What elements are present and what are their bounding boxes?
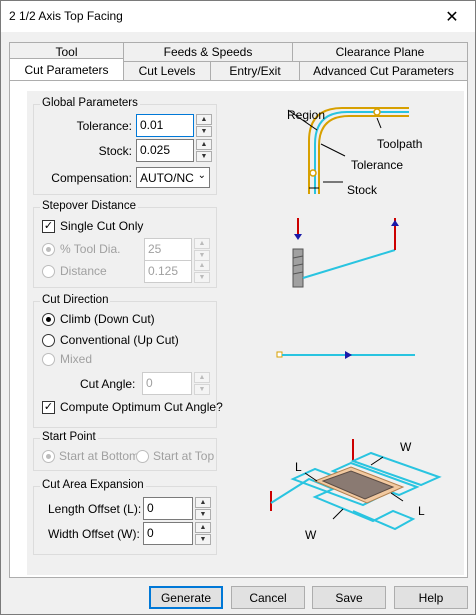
tool-dia-radio[interactable] [42, 243, 55, 256]
up-arrow-icon[interactable]: ▲ [194, 238, 210, 249]
down-arrow-icon[interactable]: ▼ [194, 384, 210, 395]
stock-input[interactable]: 0.025 [136, 139, 194, 162]
up-arrow-icon[interactable]: ▲ [194, 260, 210, 271]
group-title: Cut Direction [40, 294, 111, 306]
tolerance-diagram-label: Tolerance [351, 158, 403, 172]
tab-panel: Global Parameters Tolerance: 0.01 ▲ ▼ Sto… [9, 80, 468, 578]
width-label-top: W [400, 440, 412, 454]
length-offset-label: Length Offset (L): [48, 502, 142, 516]
up-arrow-icon[interactable]: ▲ [194, 372, 210, 383]
tab-entry-exit[interactable]: Entry/Exit [210, 61, 300, 80]
cut-direction-group: Cut Direction Climb (Down Cut) Conventio… [33, 294, 223, 428]
close-icon[interactable]: ✕ [429, 1, 475, 32]
dialog-window: 2 1/2 Axis Top Facing ✕ Tool Feeds & Spe… [0, 0, 476, 615]
width-offset-label: Width Offset (W): [48, 527, 140, 541]
group-title: Start Point [40, 431, 98, 443]
down-arrow-icon[interactable]: ▼ [196, 151, 212, 162]
tab-cut-levels[interactable]: Cut Levels [123, 61, 211, 80]
tolerance-label: Tolerance: [76, 119, 132, 133]
region-label: Region [287, 108, 325, 122]
distance-label: Distance [60, 264, 107, 278]
up-arrow-icon[interactable]: ▲ [196, 114, 212, 125]
start-point-group: Start Point Start at Bottom Start at Top [33, 431, 217, 471]
up-arrow-icon[interactable]: ▲ [195, 497, 211, 508]
distance-radio[interactable] [42, 265, 55, 278]
cut-angle-input[interactable]: 0 [142, 372, 192, 395]
generate-button[interactable]: Generate [149, 586, 223, 609]
tab-cut-parameters[interactable]: Cut Parameters [9, 58, 124, 80]
options-area: Global Parameters Tolerance: 0.01 ▲ ▼ Sto… [27, 91, 464, 575]
up-arrow-icon[interactable]: ▲ [196, 139, 212, 150]
checkmark-icon: ✓ [43, 401, 54, 413]
title-bar: 2 1/2 Axis Top Facing ✕ [1, 1, 475, 32]
tab-advanced-cut-parameters[interactable]: Advanced Cut Parameters [299, 61, 468, 80]
tool-dia-spinner[interactable]: ▲ ▼ [194, 238, 210, 261]
length-offset-input[interactable]: 0 [143, 497, 193, 520]
single-cut-diagram [292, 218, 399, 288]
stock-label: Stock: [98, 144, 132, 158]
tab-feeds-speeds[interactable]: Feeds & Speeds [123, 42, 293, 61]
cut-angle-spinner[interactable]: ▲ ▼ [194, 372, 210, 395]
tab-clearance-plane[interactable]: Clearance Plane [292, 42, 468, 61]
start-top-label: Start at Top [153, 449, 215, 463]
compensation-select[interactable]: AUTO/NC ⌄ [136, 167, 210, 188]
toolpath-label: Toolpath [377, 137, 422, 151]
compute-angle-checkbox[interactable]: ✓ [42, 401, 55, 414]
tolerance-diagram: Region Toolpath Tolerance Stock [287, 107, 422, 197]
conventional-radio[interactable] [42, 334, 55, 347]
cut-angle-label: Cut Angle: [80, 377, 136, 391]
start-bottom-radio[interactable] [42, 450, 55, 463]
stepover-distance-group: Stepover Distance ✓ Single Cut Only % To… [33, 200, 217, 288]
window-title: 2 1/2 Axis Top Facing [9, 9, 123, 23]
chevron-down-icon: ⌄ [197, 170, 206, 181]
cancel-button[interactable]: Cancel [231, 586, 305, 609]
compute-angle-label: Compute Optimum Cut Angle? [60, 400, 223, 414]
stock-diagram-label: Stock [347, 183, 378, 197]
width-label-bottom: W [305, 528, 317, 542]
global-parameters-group: Global Parameters Tolerance: 0.01 ▲ ▼ Sto… [33, 97, 217, 195]
help-button[interactable]: Help [394, 586, 468, 609]
tolerance-input[interactable]: 0.01 [136, 114, 194, 137]
conventional-label: Conventional (Up Cut) [60, 333, 179, 347]
width-offset-spinner[interactable]: ▲ ▼ [195, 522, 211, 545]
down-arrow-icon[interactable]: ▼ [196, 126, 212, 137]
down-arrow-icon[interactable]: ▼ [195, 534, 211, 545]
single-cut-checkbox[interactable]: ✓ [42, 220, 55, 233]
distance-input[interactable]: 0.125 [144, 260, 192, 283]
compensation-label: Compensation: [51, 171, 132, 185]
climb-radio[interactable] [42, 313, 55, 326]
width-offset-input[interactable]: 0 [143, 522, 193, 545]
distance-spinner[interactable]: ▲ ▼ [194, 260, 210, 283]
down-arrow-icon[interactable]: ▼ [195, 509, 211, 520]
group-title: Global Parameters [40, 97, 140, 109]
start-bottom-label: Start at Bottom [59, 449, 140, 463]
single-cut-label: Single Cut Only [60, 219, 144, 233]
group-title: Cut Area Expansion [40, 479, 146, 491]
stock-spinner[interactable]: ▲ ▼ [196, 139, 212, 162]
length-offset-spinner[interactable]: ▲ ▼ [195, 497, 211, 520]
tool-dia-input[interactable]: 25 [144, 238, 192, 261]
length-label-left: L [295, 460, 302, 474]
checkmark-icon: ✓ [43, 220, 54, 232]
down-arrow-icon[interactable]: ▼ [194, 272, 210, 283]
compensation-value: AUTO/NC [140, 171, 194, 185]
mixed-radio[interactable] [42, 353, 55, 366]
tolerance-spinner[interactable]: ▲ ▼ [196, 114, 212, 137]
expansion-diagram: W L L W [270, 439, 442, 542]
length-label-right: L [418, 504, 425, 518]
save-button[interactable]: Save [312, 586, 386, 609]
up-arrow-icon[interactable]: ▲ [195, 522, 211, 533]
climb-label: Climb (Down Cut) [60, 312, 155, 326]
cut-direction-diagram [276, 351, 415, 359]
group-title: Stepover Distance [40, 200, 138, 212]
cut-area-expansion-group: Cut Area Expansion Length Offset (L): 0 … [33, 479, 217, 555]
mixed-label: Mixed [60, 352, 93, 366]
tool-dia-label: % Tool Dia. [60, 242, 121, 256]
start-top-radio[interactable] [136, 450, 149, 463]
